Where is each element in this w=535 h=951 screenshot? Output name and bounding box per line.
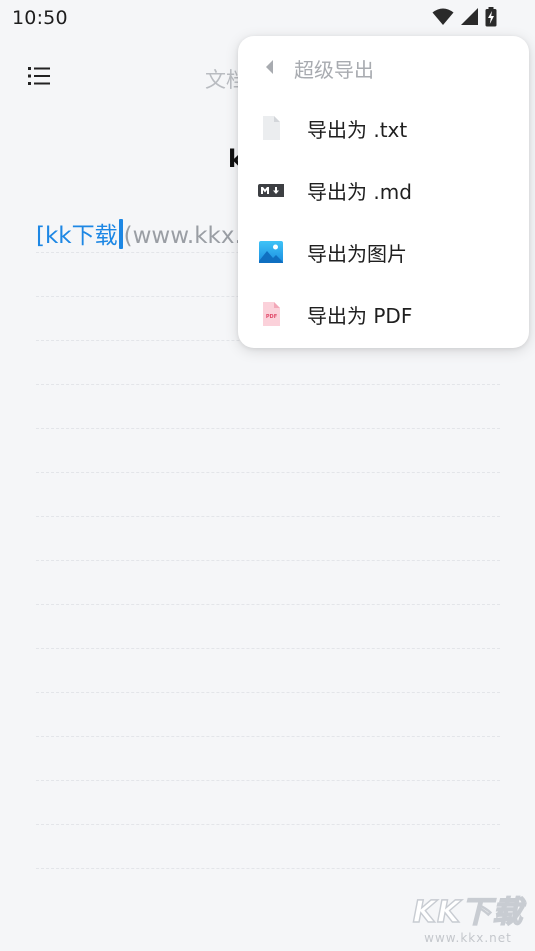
back-arrow-icon[interactable] xyxy=(264,59,274,75)
link-text[interactable]: [kk下载 xyxy=(36,223,118,249)
status-time: 10:50 xyxy=(12,7,68,29)
export-popup-menu: 超级导出 导出为 .txt 导出为 .md 导出为图片 PDF 导出为 PDF xyxy=(238,36,529,348)
export-md-item[interactable]: 导出为 .md xyxy=(238,160,529,222)
cell-signal-icon xyxy=(460,8,479,30)
export-txt-item[interactable]: 导出为 .txt xyxy=(238,98,529,160)
url-text[interactable]: (www.kkx.net) xyxy=(124,223,241,249)
outline-menu-button[interactable] xyxy=(26,64,58,92)
export-image-item[interactable]: 导出为图片 xyxy=(238,222,529,284)
watermark-url: www.kkx.net xyxy=(424,931,512,945)
watermark: KK下载 www.kkx.net xyxy=(407,894,529,949)
export-txt-label: 导出为 .txt xyxy=(307,118,408,142)
editor-text-line[interactable]: [kk下载(www.kkx.net) xyxy=(36,216,241,250)
ruled-lines xyxy=(36,252,500,912)
wifi-icon xyxy=(432,8,454,30)
image-icon xyxy=(259,241,283,263)
export-menu-title: 超级导出 xyxy=(294,58,374,82)
list-menu-icon xyxy=(28,67,50,85)
status-bar: 10:50 xyxy=(0,0,535,36)
export-pdf-label: 导出为 PDF xyxy=(307,304,413,328)
status-icons xyxy=(432,7,497,31)
export-menu-header[interactable]: 超级导出 xyxy=(238,36,529,98)
export-image-label: 导出为图片 xyxy=(307,242,407,266)
text-file-icon xyxy=(263,116,280,140)
watermark-logo: KK下载 xyxy=(412,894,524,930)
export-md-label: 导出为 .md xyxy=(307,180,412,204)
battery-charging-icon xyxy=(485,7,497,31)
export-pdf-item[interactable]: PDF 导出为 PDF xyxy=(238,284,529,346)
pdf-icon: PDF xyxy=(263,302,280,326)
text-cursor xyxy=(118,219,123,249)
markdown-icon xyxy=(258,184,284,197)
svg-text:PDF: PDF xyxy=(266,314,277,320)
